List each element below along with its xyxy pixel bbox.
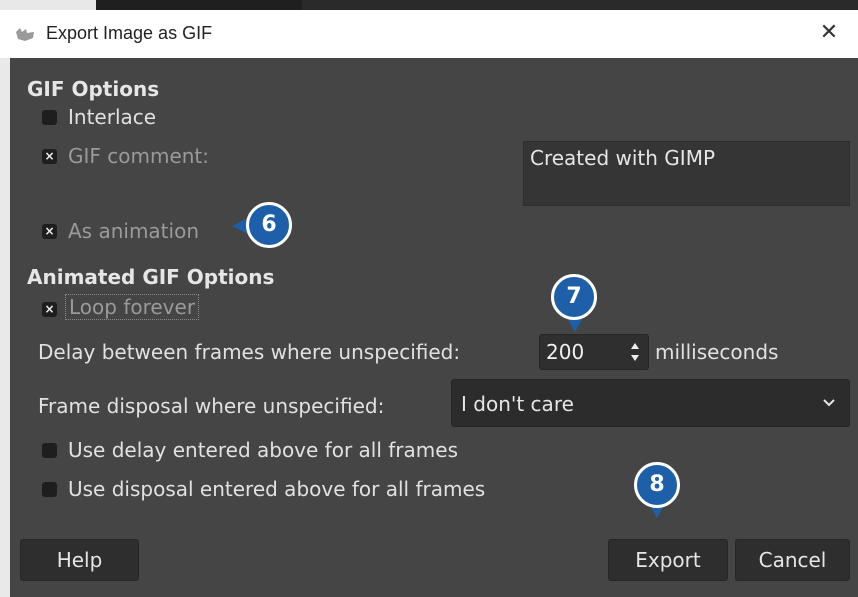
gif-comment-textarea[interactable]: Created with GIMP (523, 141, 850, 206)
callout-badge-7: 7 (551, 274, 597, 320)
spin-arrows-icon[interactable] (627, 337, 643, 367)
delay-label: Delay between frames where unspecified: (38, 340, 461, 364)
export-button[interactable]: Export (608, 539, 728, 581)
animated-gif-options-heading: Animated GIF Options (27, 265, 275, 289)
close-icon[interactable]: ✕ (814, 18, 844, 48)
interlace-checkbox[interactable] (42, 110, 57, 125)
gif-options-heading: GIF Options (27, 77, 160, 101)
use-delay-label[interactable]: Use delay entered above for all frames (68, 438, 458, 462)
use-disposal-checkbox[interactable] (42, 482, 57, 497)
loop-forever-label[interactable]: Loop forever (65, 294, 200, 320)
disposal-combobox[interactable]: I don't care (451, 379, 850, 427)
cancel-button[interactable]: Cancel (735, 539, 850, 581)
as-animation-label[interactable]: As animation (68, 219, 199, 243)
loop-forever-checkbox[interactable]: × (42, 302, 57, 317)
disposal-label: Frame disposal where unspecified: (38, 394, 385, 418)
title-bar: Export Image as GIF ✕ (0, 10, 858, 59)
callout-badge-6: 6 (246, 202, 292, 248)
interlace-label[interactable]: Interlace (68, 105, 156, 129)
chevron-down-icon[interactable] (822, 398, 836, 408)
window-title: Export Image as GIF (46, 23, 213, 43)
background-strip (0, 0, 858, 10)
use-delay-checkbox[interactable] (42, 443, 57, 458)
help-button[interactable]: Help (20, 539, 139, 581)
disposal-value[interactable]: I don't care (461, 392, 574, 416)
use-disposal-label[interactable]: Use disposal entered above for all frame… (68, 477, 485, 501)
delay-spinbutton[interactable]: 200 (539, 334, 649, 370)
gif-comment-label[interactable]: GIF comment: (68, 144, 209, 168)
delay-unit: milliseconds (655, 340, 779, 364)
gif-comment-checkbox[interactable]: × (42, 149, 57, 164)
as-animation-checkbox[interactable]: × (42, 224, 57, 239)
gimp-wilber-icon (16, 28, 34, 41)
callout-badge-8: 8 (634, 462, 680, 508)
export-dialog (10, 58, 858, 597)
delay-value[interactable]: 200 (546, 340, 584, 364)
